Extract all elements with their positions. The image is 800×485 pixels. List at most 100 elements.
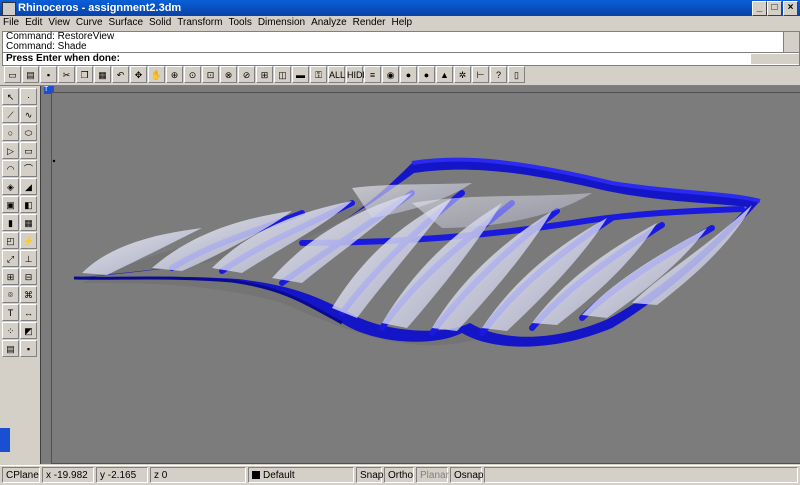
paste-icon[interactable]: ▦ <box>94 66 111 83</box>
snap-toggle[interactable]: Snap <box>356 467 383 483</box>
select-icon[interactable]: ◫ <box>274 66 291 83</box>
pan-icon[interactable]: ✥ <box>130 66 147 83</box>
prompt-scroll-arrows[interactable] <box>751 54 799 64</box>
menu-edit[interactable]: Edit <box>22 16 45 30</box>
properties-icon[interactable]: ⊢ <box>472 66 489 83</box>
color-wheel-icon[interactable]: ◉ <box>382 66 399 83</box>
car-icon[interactable]: ▬ <box>292 66 309 83</box>
hide-button[interactable]: HIDE <box>346 66 369 83</box>
render-sphere-icon[interactable]: ● <box>418 66 435 83</box>
analyze-icon[interactable]: ◩ <box>20 322 37 339</box>
status-cplane[interactable]: CPlane <box>2 467 40 483</box>
command-history[interactable]: Command: RestoreView Command: Shade <box>2 31 800 53</box>
hand-icon[interactable]: ✋ <box>148 66 165 83</box>
rotate-view-icon[interactable]: ⊕ <box>166 66 183 83</box>
status-y: y -2.165 <box>96 467 148 483</box>
prompt-text: Press Enter when done: <box>6 53 120 64</box>
move-icon[interactable]: ⤢ <box>2 250 19 267</box>
four-viewports-icon[interactable]: ⊞ <box>256 66 273 83</box>
close-button[interactable]: × <box>783 1 798 16</box>
standard-toolbar: ▭ ▤ ▪ ✂ ❐ ▦ ↶ ✥ ✋ ⊕ ⊙ ⊡ ⊗ ⊘ ⊞ ◫ ▬ ⚿ ALL … <box>0 65 800 86</box>
status-layer[interactable]: Default <box>248 467 354 483</box>
new-file-icon[interactable]: ▭ <box>4 66 21 83</box>
tool-more-icon[interactable]: ▪ <box>20 340 37 357</box>
solid-box-icon[interactable]: ▣ <box>2 196 19 213</box>
window-title: Rhinoceros - assignment2.3dm <box>18 2 182 14</box>
planar-toggle[interactable]: Planar <box>416 467 449 483</box>
command-line-1: Command: RestoreView <box>6 31 115 42</box>
zoom-extents-icon[interactable]: ⊗ <box>220 66 237 83</box>
group-icon[interactable]: ⊟ <box>20 268 37 285</box>
menu-curve[interactable]: Curve <box>73 16 106 30</box>
split-icon[interactable]: ⚡ <box>20 232 37 249</box>
zoom-selected-icon[interactable]: ⊘ <box>238 66 255 83</box>
arc-icon[interactable]: ◠ <box>2 160 19 177</box>
menu-analyze[interactable]: Analyze <box>308 16 350 30</box>
undo-icon[interactable]: ↶ <box>112 66 129 83</box>
polygon-icon[interactable]: ▷ <box>2 142 19 159</box>
minimize-button[interactable]: _ <box>752 1 767 16</box>
lock-icon[interactable]: ⚿ <box>310 66 327 83</box>
ellipse-icon[interactable]: ⬭ <box>20 124 37 141</box>
zoom-window-icon[interactable]: ⊡ <box>202 66 219 83</box>
perspective-viewport[interactable]: T <box>40 86 800 464</box>
copy-object-icon[interactable]: ⊥ <box>20 250 37 267</box>
show-all-button[interactable]: ALL <box>328 66 345 83</box>
menu-solid[interactable]: Solid <box>146 16 174 30</box>
fillet-icon[interactable]: ⌒ <box>20 160 37 177</box>
cylinder-icon[interactable]: ▮ <box>2 214 19 231</box>
viewport-canvas[interactable] <box>51 92 800 464</box>
light-icon[interactable]: ▲ <box>436 66 453 83</box>
rectangle-icon[interactable]: ▭ <box>20 142 37 159</box>
menu-transform[interactable]: Transform <box>174 16 225 30</box>
menu-tools[interactable]: Tools <box>225 16 254 30</box>
shaded-sphere-icon[interactable]: ● <box>400 66 417 83</box>
maximize-button[interactable]: □ <box>767 1 782 16</box>
save-icon[interactable]: ▪ <box>40 66 57 83</box>
menu-surface[interactable]: Surface <box>106 16 146 30</box>
menu-help[interactable]: Help <box>388 16 415 30</box>
status-message-area <box>484 467 798 483</box>
menu-bar: File Edit View Curve Surface Solid Transform To… <box>0 16 800 30</box>
options-gear-icon[interactable]: ✲ <box>454 66 471 83</box>
cut-icon[interactable]: ✂ <box>58 66 75 83</box>
scale-icon[interactable]: ⌘ <box>20 286 37 303</box>
sweep-icon[interactable]: ◢ <box>20 178 37 195</box>
mirror-icon[interactable]: ⌾ <box>2 286 19 303</box>
zoom-icon[interactable]: ⊙ <box>184 66 201 83</box>
circle-icon[interactable]: ○ <box>2 124 19 141</box>
layers-icon[interactable]: ≡ <box>364 66 381 83</box>
copy-icon[interactable]: ❐ <box>76 66 93 83</box>
command-history-scrollbar[interactable] <box>783 32 799 52</box>
surface-icon[interactable]: ◈ <box>2 178 19 195</box>
ortho-toggle[interactable]: Ortho <box>384 467 414 483</box>
curve-icon[interactable]: ∿ <box>20 106 37 123</box>
menu-render[interactable]: Render <box>350 16 389 30</box>
main-toolbar: ↖ · ⟋ ∿ ○ ⬭ ▷ ▭ ◠ ⌒ ◈ ◢ ▣ ◧ ▮ ▦ ◰ ⚡ ⤢ ⊥ … <box>0 86 41 464</box>
render-tool-icon[interactable]: ▤ <box>2 340 19 357</box>
status-bar: CPlane x -19.982 y -2.165 z 0 Default Sn… <box>0 465 800 485</box>
model-render <box>52 157 761 347</box>
select-arrow-icon[interactable]: ↖ <box>2 88 19 105</box>
menu-view[interactable]: View <box>45 16 73 30</box>
notes-icon[interactable]: ▯ <box>508 66 525 83</box>
osnap-toggle[interactable]: Osnap <box>450 467 483 483</box>
mesh-icon[interactable]: ▦ <box>20 214 37 231</box>
boolean-icon[interactable]: ◰ <box>2 232 19 249</box>
point-icon[interactable]: · <box>20 88 37 105</box>
extrude-icon[interactable]: ◧ <box>20 196 37 213</box>
menu-dimension[interactable]: Dimension <box>255 16 308 30</box>
open-file-icon[interactable]: ▤ <box>22 66 39 83</box>
world-origin-marker <box>52 159 56 163</box>
command-prompt[interactable]: Press Enter when done: <box>2 52 800 66</box>
menu-file[interactable]: File <box>0 16 22 30</box>
array-icon[interactable]: ⊞ <box>2 268 19 285</box>
polyline-icon[interactable]: ⟋ <box>2 106 19 123</box>
hidden-viewport-tab[interactable] <box>0 428 10 452</box>
help-icon[interactable]: ? <box>490 66 507 83</box>
points-on-icon[interactable]: ⁘ <box>2 322 19 339</box>
dimension-icon[interactable]: ↔ <box>20 304 37 321</box>
text-icon[interactable]: T <box>2 304 19 321</box>
rhino-app-icon[interactable] <box>2 2 16 16</box>
status-x: x -19.982 <box>42 467 94 483</box>
